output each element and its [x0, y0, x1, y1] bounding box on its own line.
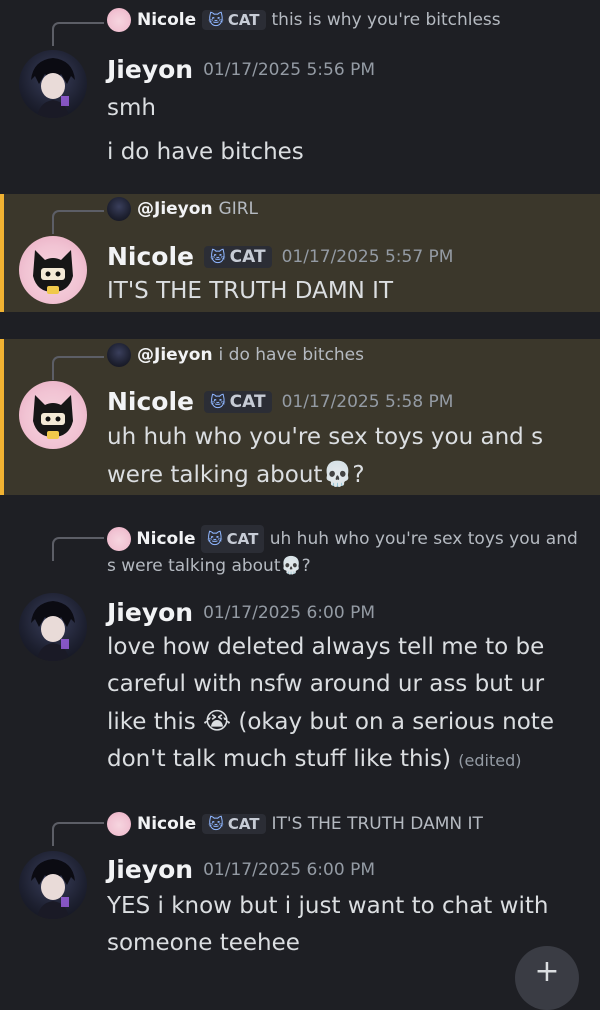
message-header: Jieyon 01/17/2025 6:00 PM [107, 598, 375, 627]
timestamp: 01/17/2025 5:58 PM [281, 391, 454, 412]
reply-preview[interactable]: Nicole 🐱 CAT this is why you're bitchless [107, 8, 580, 32]
cat-tag-badge: 🐱 CAT [202, 10, 266, 30]
reply-content: i do have bitches [218, 345, 365, 365]
timestamp: 01/17/2025 5:57 PM [281, 246, 454, 267]
reply-content: IT'S THE TRUTH DAMN IT [271, 814, 483, 834]
message-text: IT'S THE TRUTH DAMN IT [107, 278, 394, 304]
reply-author[interactable]: Nicole [137, 814, 196, 834]
reply-avatar [107, 343, 131, 367]
message-line: smh [107, 95, 156, 121]
author-name[interactable]: Jieyon [107, 55, 193, 84]
avatar[interactable] [19, 593, 87, 661]
message-header: Nicole 🐱 CAT 01/17/2025 5:58 PM [107, 387, 453, 416]
loudly-crying-face-emoji: 😭 [203, 707, 232, 735]
cat-face-icon: 🐱 [208, 11, 224, 29]
cat-tag-badge: 🐱 CAT [202, 814, 266, 834]
message-3: @Jieyon i do have bitches Nicole 🐱 CAT 01… [0, 339, 600, 495]
message-line: i do have bitches [107, 139, 304, 165]
message-text: YES i know but i just want to chat with … [107, 893, 549, 956]
reply-avatar [107, 812, 131, 836]
timestamp: 01/17/2025 6:00 PM [203, 859, 375, 880]
reply-content: this is why you're bitchless [271, 10, 501, 30]
message-header: Jieyon 01/17/2025 5:56 PM [107, 55, 375, 84]
message-5: Nicole 🐱 CAT IT'S THE TRUTH DAMN IT Jieyo… [0, 800, 600, 972]
author-name[interactable]: Jieyon [107, 598, 193, 627]
reply-preview[interactable]: @Jieyon i do have bitches [107, 343, 580, 367]
message-header: Nicole 🐱 CAT 01/17/2025 5:57 PM [107, 242, 453, 271]
cat-tag-badge: 🐱 CAT [200, 525, 265, 553]
reply-connector [52, 356, 104, 380]
reply-connector [52, 537, 104, 561]
cat-tag-badge: 🐱 CAT [204, 245, 272, 268]
reply-preview[interactable]: Nicole 🐱 CAT uh huh who you're sex toys y… [107, 525, 580, 579]
reply-avatar [107, 8, 131, 32]
timestamp: 01/17/2025 5:56 PM [203, 59, 375, 80]
message-header: Jieyon 01/17/2025 6:00 PM [107, 855, 375, 884]
skull-emoji: 💀 [280, 556, 302, 576]
author-name[interactable]: Nicole [107, 387, 194, 416]
message-text: love how deleted always tell me to be ca… [107, 634, 554, 772]
cat-face-icon: 🐱 [210, 392, 226, 411]
message-2: @Jieyon GIRL Nicole 🐱 CAT 01/17/2025 5:57… [0, 194, 600, 312]
reply-preview[interactable]: @Jieyon GIRL [107, 197, 580, 221]
avatar[interactable] [19, 851, 87, 919]
avatar[interactable] [19, 236, 87, 304]
avatar[interactable] [19, 50, 87, 118]
message-text: smh i do have bitches [107, 86, 577, 174]
reply-content: GIRL [218, 199, 259, 219]
cat-face-icon: 🐱 [208, 815, 224, 833]
reply-connector [52, 210, 104, 234]
cat-tag-badge: 🐱 CAT [204, 390, 272, 413]
timestamp: 01/17/2025 6:00 PM [203, 602, 375, 623]
reply-author[interactable]: @Jieyon [137, 199, 213, 219]
reply-author[interactable]: @Jieyon [137, 345, 213, 365]
cat-face-icon: 🐱 [206, 530, 223, 548]
reply-author[interactable]: Nicole [137, 10, 196, 30]
message-text: uh huh who you're sex toys you and s wer… [107, 419, 547, 494]
edited-label: (edited) [458, 751, 522, 770]
reply-connector [52, 22, 104, 46]
author-name[interactable]: Nicole [107, 242, 194, 271]
reply-preview[interactable]: Nicole 🐱 CAT IT'S THE TRUTH DAMN IT [107, 812, 580, 836]
message-4: Nicole 🐱 CAT uh huh who you're sex toys y… [0, 515, 600, 795]
floating-action-button[interactable]: + [515, 946, 579, 1010]
message-1: Nicole 🐱 CAT this is why you're bitchless… [0, 0, 600, 190]
avatar[interactable] [19, 381, 87, 449]
reply-connector [52, 822, 104, 846]
reply-avatar [107, 527, 131, 551]
skull-emoji: 💀 [322, 460, 353, 488]
reply-author[interactable]: Nicole [136, 529, 195, 549]
author-name[interactable]: Jieyon [107, 855, 193, 884]
reply-avatar [107, 197, 131, 221]
cat-face-icon: 🐱 [210, 247, 226, 266]
